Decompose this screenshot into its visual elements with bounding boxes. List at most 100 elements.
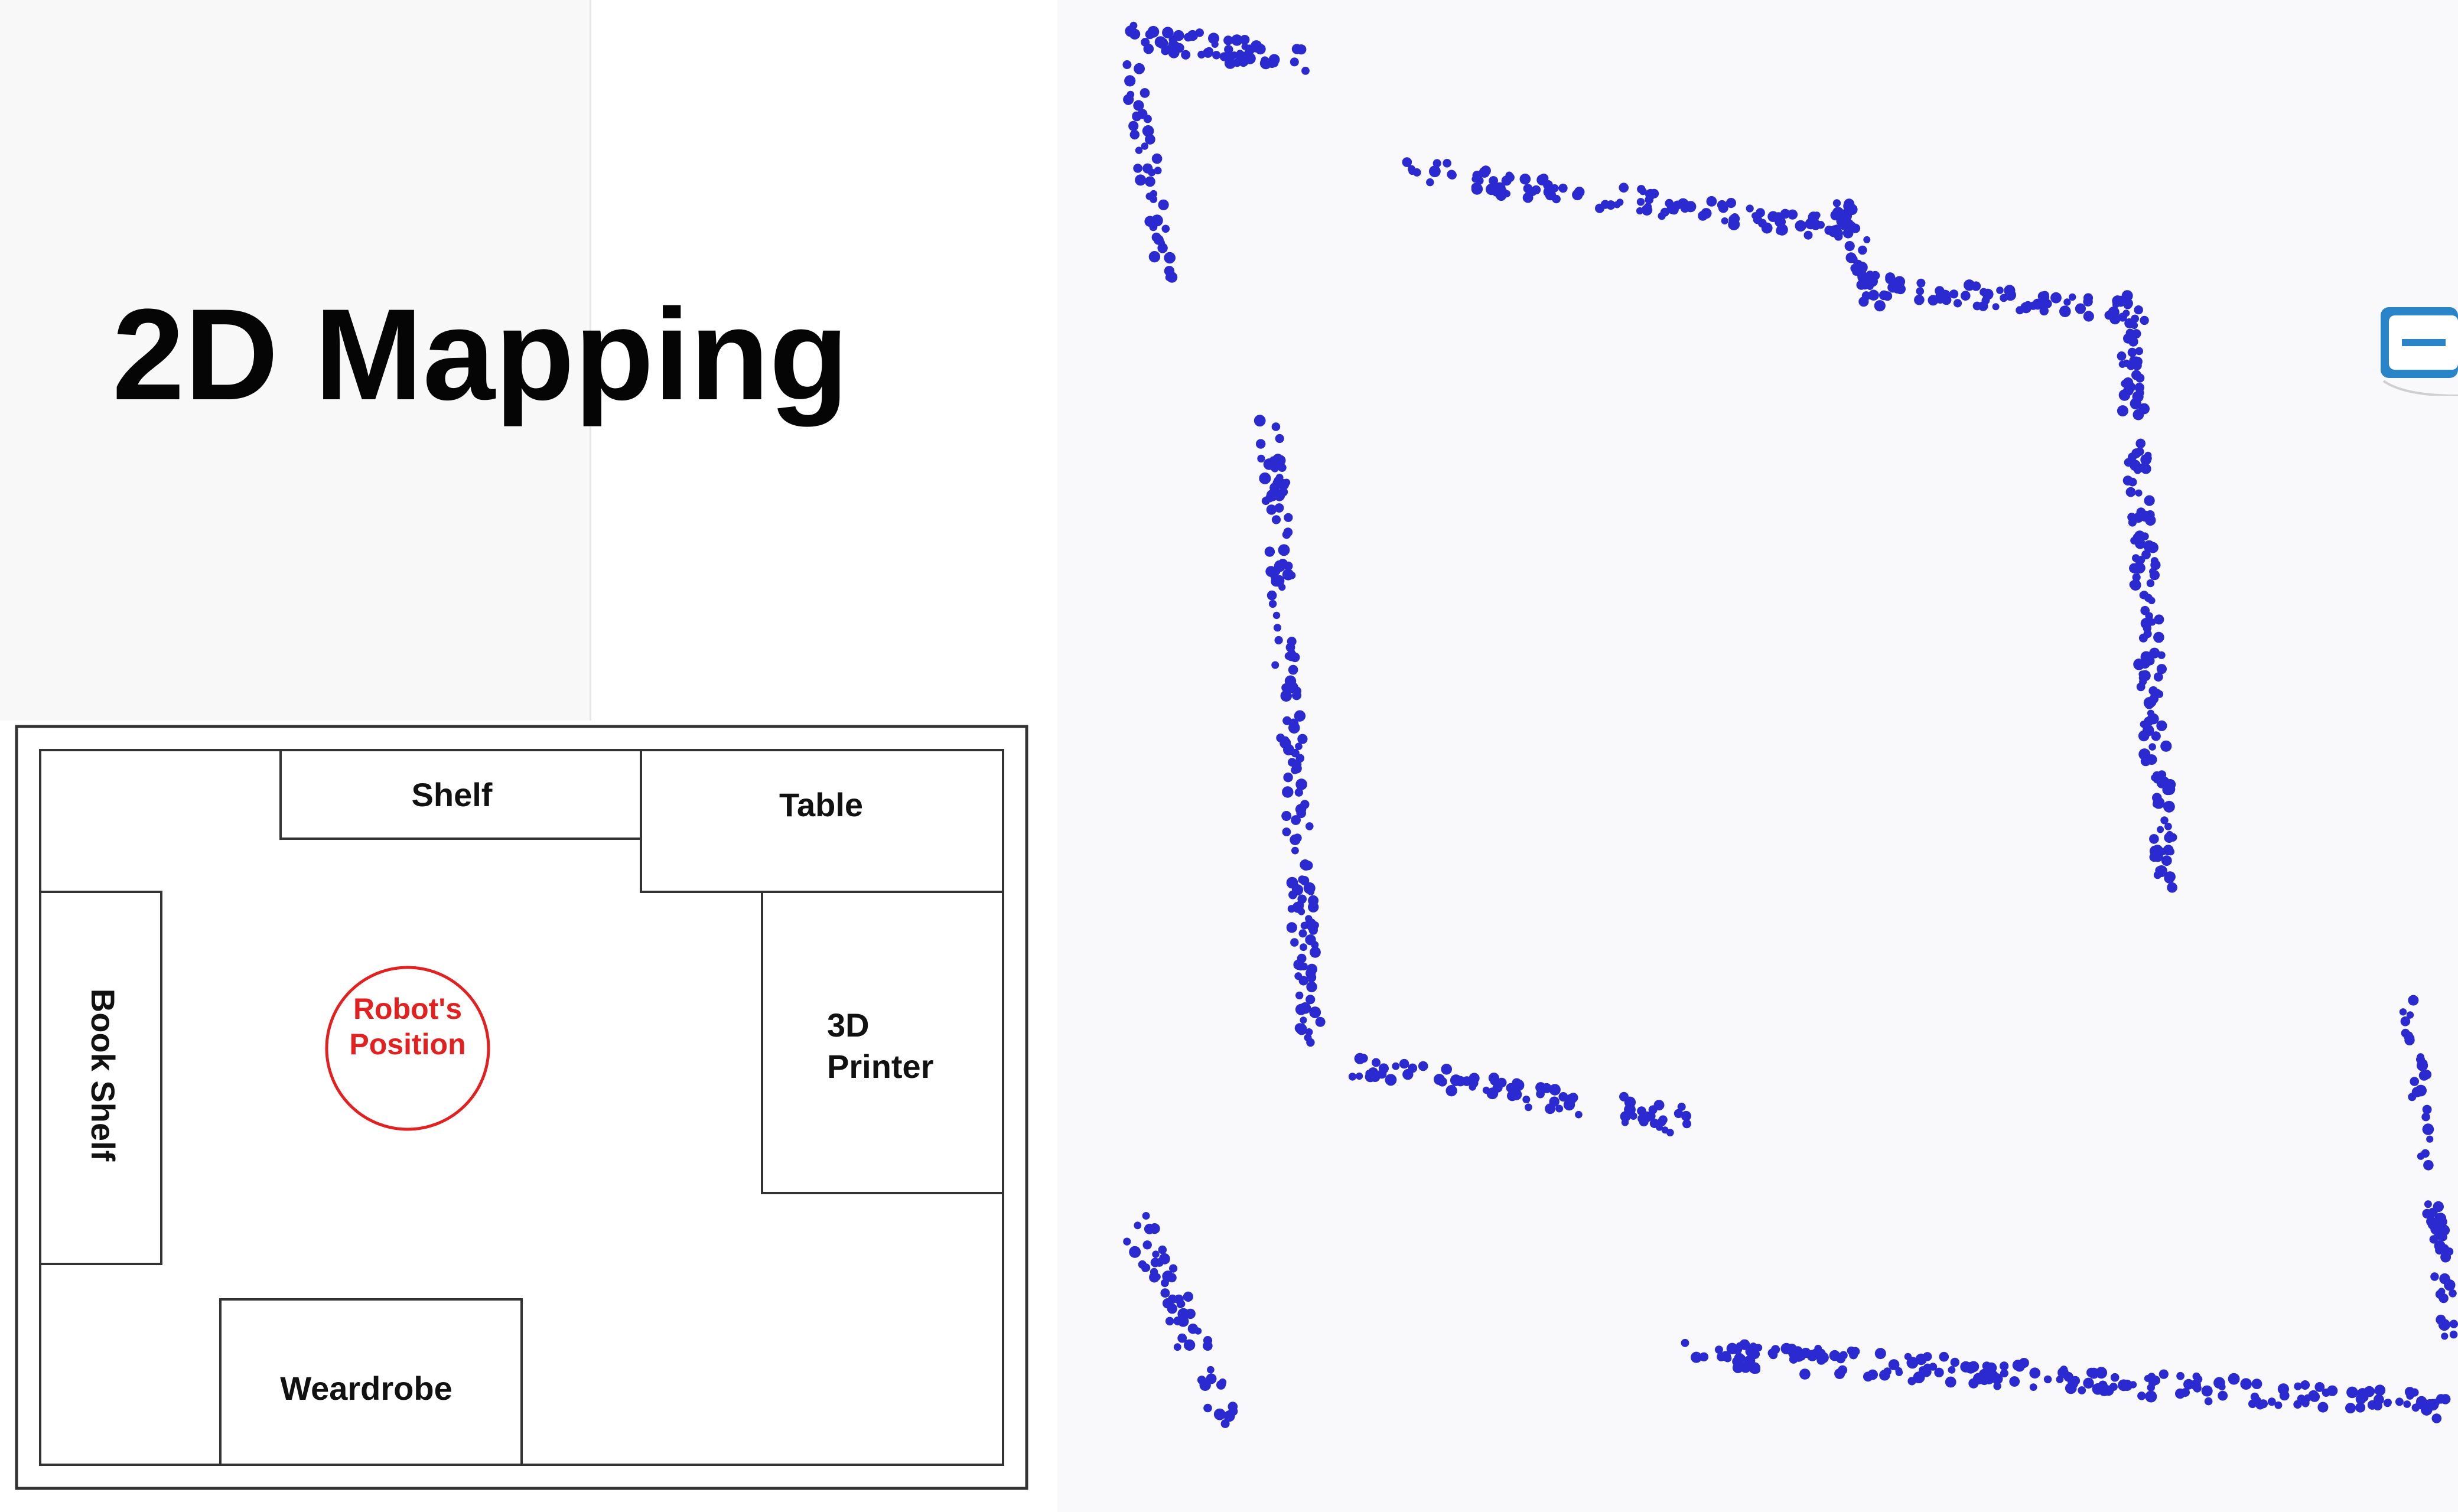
scan-point [1293,833,1302,843]
scan-point [1231,34,1243,46]
scan-point [2434,1230,2444,1240]
scan-point [1895,284,1906,295]
scan-point [2145,1390,2157,1403]
scan-point [2134,305,2143,315]
scan-point [2078,306,2086,314]
scan-point [1173,1343,1181,1351]
scan-point [1616,198,1624,206]
scan-point [1624,1096,1636,1109]
printer-label-line1: 3D [827,1006,870,1044]
scan-point [1874,1348,1886,1360]
robot-label-line1: Robot's [353,992,462,1025]
scan-point [1158,199,1169,210]
scan-point [2436,1314,2446,1325]
scan-point [1268,599,1277,608]
scan-point [1295,804,1307,815]
scan-point [2395,1397,2404,1406]
scan-point [2293,1400,2302,1409]
scan-point [2154,614,2164,625]
scan-point [1282,786,1294,798]
scan-point [2153,797,2165,809]
scan-point [2122,377,2134,388]
scan-point [1906,1357,1919,1369]
scan-point [1152,1250,1160,1258]
scan-point [2303,1394,2312,1402]
scan-point [1916,278,1926,288]
scan-point [1297,962,1305,971]
scan-point [1288,664,1298,675]
scan-point [2399,1008,2407,1016]
scan-point [1832,199,1841,207]
scan-point [2112,295,2124,307]
scan-point [1486,183,1497,195]
scan-point [1945,1376,1956,1388]
scan-point [2423,1160,2434,1171]
scan-point [1123,1237,1131,1246]
scan-point [2408,1093,2417,1102]
scan-point [2029,1367,2040,1379]
scan-point [1291,766,1299,774]
scan-point [1971,281,1981,291]
scan-point [1525,1103,1532,1112]
scan-point [2145,495,2154,504]
scan-point [1174,43,1184,53]
scan-point [1761,222,1773,234]
scan-point [1845,221,1857,232]
scan-point [1677,1102,1686,1111]
scan-point [2117,405,2128,417]
scan-point [1751,212,1759,220]
scan-point [1558,183,1568,193]
scan-point [1639,1117,1649,1127]
scan-point [1162,1298,1173,1309]
scan-point [1429,165,1441,177]
scan-point [1992,303,2000,311]
scan-point [2426,1216,2437,1227]
scan-point [2422,1070,2432,1080]
scan-point [1479,167,1490,178]
scan-point [1834,1368,1845,1379]
scan-point [1723,1354,1732,1363]
scan-point [1879,1370,1890,1381]
scan-point [2122,359,2130,367]
scan-point [1949,289,1959,299]
scan-point [2110,1373,2120,1382]
scan-point [1795,220,1806,232]
scan-point [1228,1406,1238,1416]
scan-point [1412,168,1421,177]
scan-point [2202,1387,2210,1394]
scan-point [1154,36,1167,48]
scan-point [2151,774,2159,781]
scan-point [1746,204,1754,213]
scan-point [1300,876,1310,885]
scan-point [1501,175,1512,186]
scan-point [1996,286,2004,294]
scan-point [1348,1073,1357,1081]
scan-point [1291,846,1299,855]
scan-point [1682,1119,1691,1129]
scan-point [1522,1096,1531,1103]
scan-point [1264,546,1275,557]
scan-point [2004,285,2016,296]
book-shelf-label: Book Shelf [84,989,122,1162]
scan-point [1399,1058,1409,1069]
scan-point [2440,1394,2451,1405]
scan-point [1771,1345,1780,1354]
scan-point [2009,1376,2020,1387]
scan-point [1624,1107,1635,1118]
device-icon [2381,307,2458,396]
scan-point [1863,1371,1873,1382]
scan-point [1507,1090,1518,1102]
scan-point [1437,1077,1447,1087]
scan-point [1233,58,1242,67]
scan-point [2422,1123,2434,1135]
scan-point [2193,1384,2202,1393]
scan-point [2125,487,2136,497]
scan-point [1133,100,1144,111]
lidar-scan-map [1057,0,2458,1512]
scan-point [1968,1378,1979,1389]
scan-point [2140,670,2151,682]
scan-point [1212,51,1221,60]
scan-point [1286,922,1297,933]
scan-point [1125,25,1137,37]
scan-point [1816,1348,1826,1358]
